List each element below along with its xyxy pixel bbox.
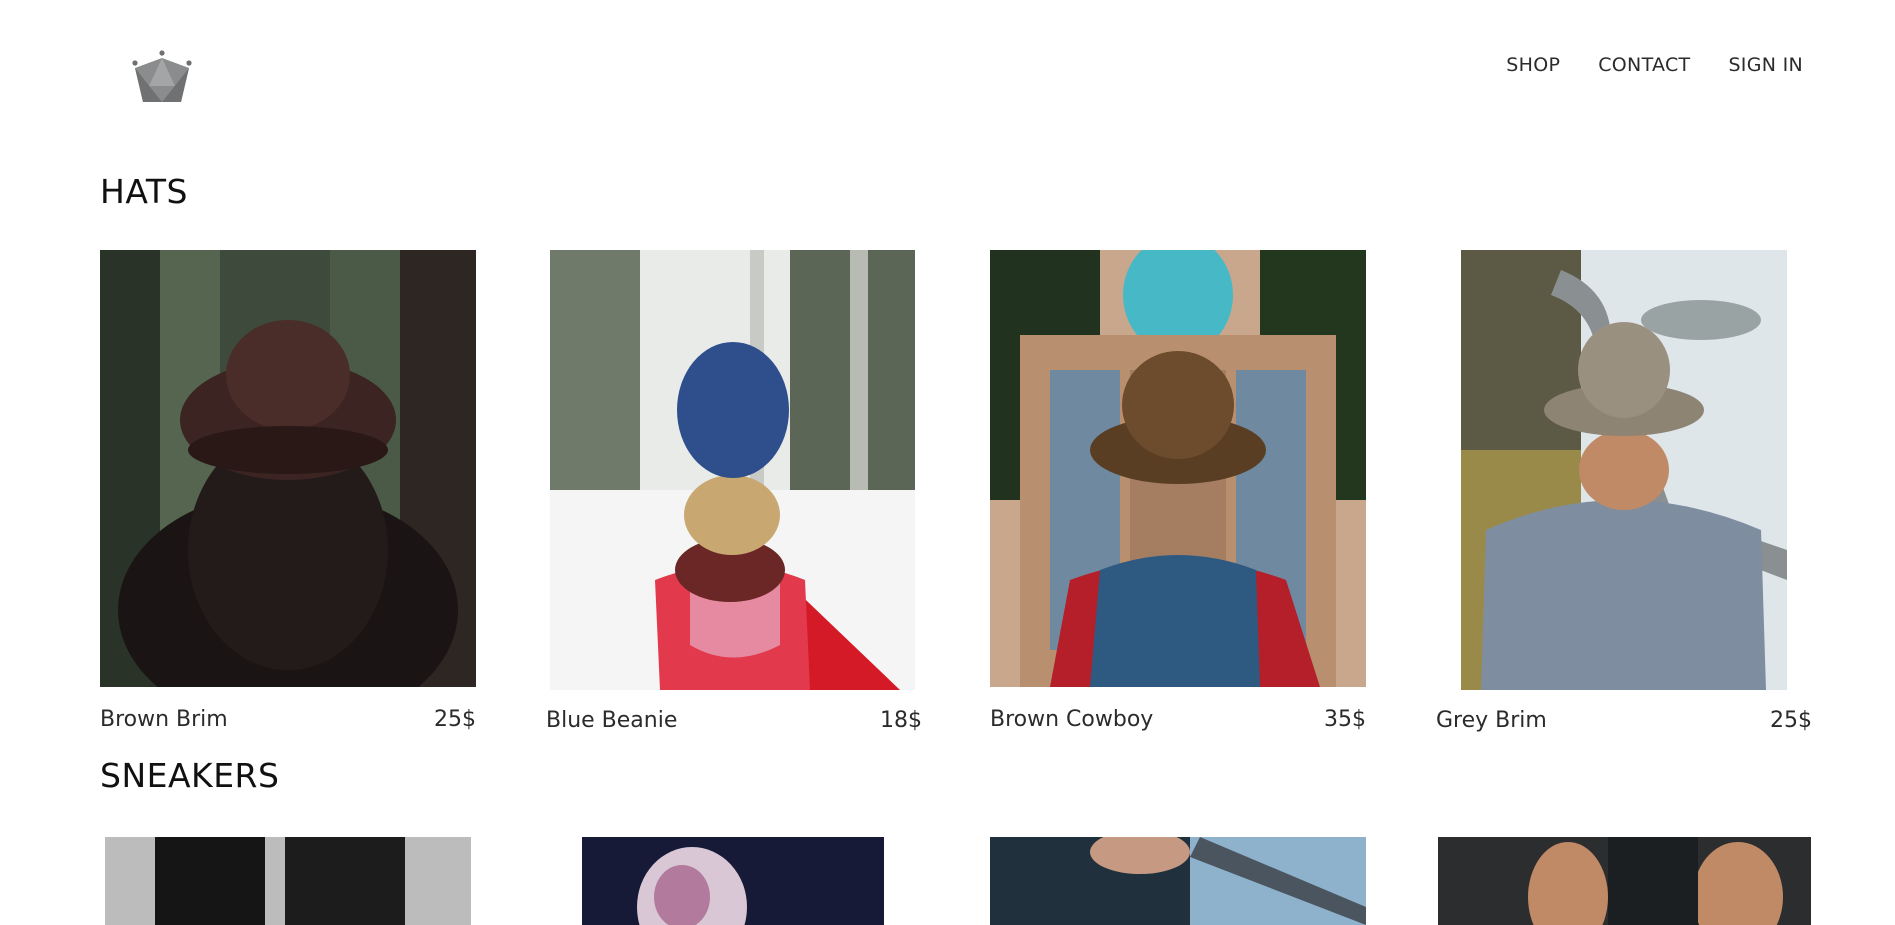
product-image-sneaker-2[interactable] (582, 837, 884, 925)
crown-icon[interactable] (127, 50, 197, 106)
main-nav: SHOP CONTACT SIGN IN (1506, 54, 1803, 76)
product-image-sneaker-1[interactable] (105, 837, 471, 925)
product-price: 35$ (1324, 707, 1366, 732)
product-image-blue-beanie[interactable] (550, 250, 915, 690)
product-caption: Blue Beanie 18$ (546, 708, 922, 733)
product-image-sneaker-4[interactable] (1438, 837, 1811, 925)
nav-sign-in-link[interactable]: SIGN IN (1728, 54, 1803, 76)
product-caption: Brown Brim 25$ (100, 707, 476, 732)
product-name: Brown Cowboy (990, 707, 1154, 732)
product-caption: Brown Cowboy 35$ (990, 707, 1366, 732)
product-name: Grey Brim (1436, 708, 1547, 733)
section-title-hats[interactable]: HATS (100, 172, 188, 211)
product-image-brown-cowboy[interactable] (990, 250, 1366, 687)
product-image-grey-brim[interactable] (1461, 250, 1787, 690)
product-name: Brown Brim (100, 707, 228, 732)
product-caption: Grey Brim 25$ (1436, 708, 1812, 733)
nav-contact-link[interactable]: CONTACT (1598, 54, 1690, 76)
product-price: 18$ (880, 708, 922, 733)
product-name: Blue Beanie (546, 708, 678, 733)
product-image-brown-brim[interactable] (100, 250, 476, 687)
product-image-sneaker-3[interactable] (990, 837, 1366, 925)
product-price: 25$ (434, 707, 476, 732)
section-title-sneakers[interactable]: SNEAKERS (100, 756, 279, 795)
nav-shop-link[interactable]: SHOP (1506, 54, 1560, 76)
product-price: 25$ (1770, 708, 1812, 733)
